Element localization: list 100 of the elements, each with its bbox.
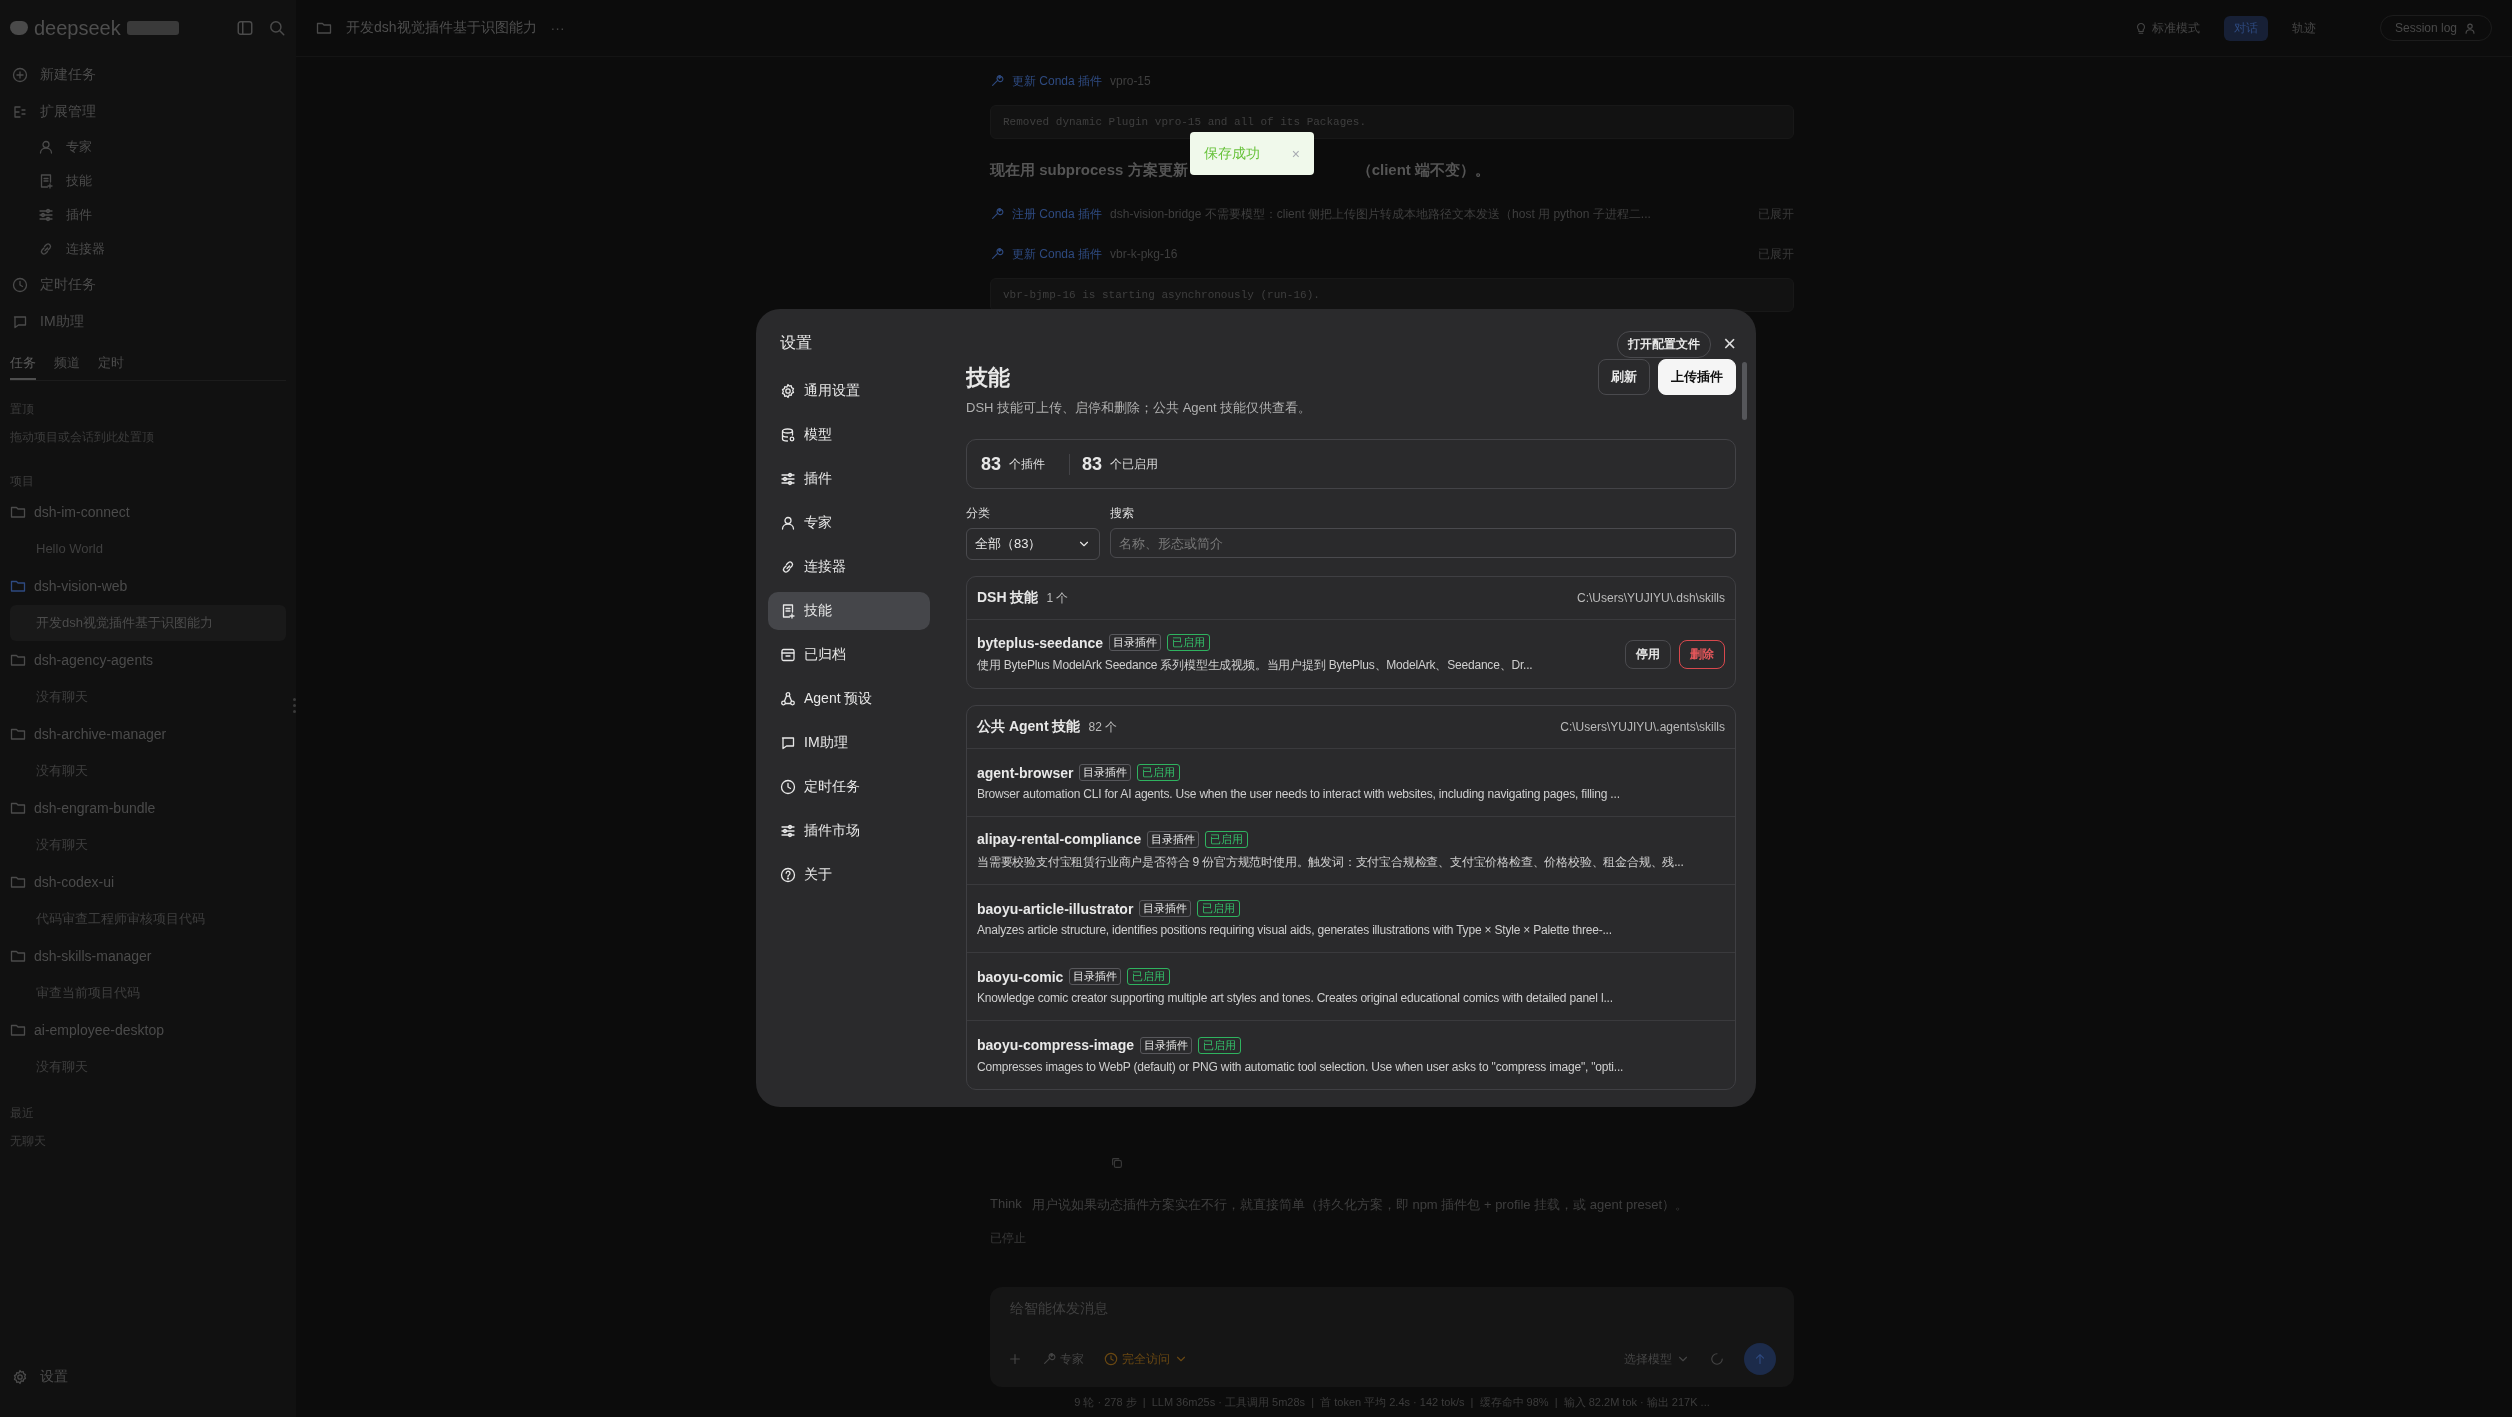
plus-icon bbox=[1008, 1352, 1022, 1366]
stat-value: 83 bbox=[1082, 453, 1103, 475]
folder-icon bbox=[316, 20, 332, 36]
tool-link[interactable]: 注册 Conda 插件 bbox=[1012, 205, 1103, 223]
settings-nav-item[interactable]: Agent 预设 bbox=[768, 680, 930, 718]
field-label: 分类 bbox=[966, 505, 991, 522]
refresh-button[interactable]: 刷新 bbox=[1598, 359, 1650, 395]
search-icon bbox=[268, 19, 286, 37]
sidebar-tab[interactable]: 任务 bbox=[10, 346, 36, 380]
settings-nav-item[interactable]: 模型 bbox=[768, 416, 930, 454]
sliders-icon bbox=[780, 471, 796, 487]
delete-button[interactable]: 删除 bbox=[1679, 639, 1725, 669]
help-icon bbox=[780, 867, 796, 883]
section-count: 82 个 bbox=[1088, 718, 1118, 736]
tool-link[interactable]: 更新 Conda 插件 bbox=[1012, 245, 1103, 263]
tool-link[interactable]: 更新 Conda 插件 bbox=[1012, 72, 1103, 90]
open-config-button[interactable]: 打开配置文件 bbox=[1617, 330, 1712, 358]
chat-title: 开发dsh视觉插件基于识图能力 bbox=[346, 19, 537, 37]
project-item[interactable]: dsh-skills-manager bbox=[10, 937, 286, 975]
project-item[interactable]: dsh-archive-manager bbox=[10, 715, 286, 753]
status-tag: 已启用 bbox=[1167, 634, 1211, 651]
status-tag: 已启用 bbox=[1198, 1036, 1242, 1054]
section-title: 公共 Agent 技能 bbox=[977, 718, 1081, 736]
settings-icon bbox=[780, 383, 796, 399]
toast-close-button[interactable]: × bbox=[1291, 145, 1300, 162]
project-item[interactable]: dsh-codex-ui bbox=[10, 863, 286, 901]
project-item[interactable]: dsh-im-connect bbox=[10, 493, 286, 531]
page-subtitle: DSH 技能可上传、启停和删除；公共 Agent 技能仅供查看。 bbox=[966, 399, 1312, 417]
dialog-title: 设置 bbox=[779, 333, 813, 353]
skill-name: baoyu-compress-image bbox=[977, 1037, 1135, 1053]
person-icon bbox=[38, 139, 54, 155]
project-item[interactable]: dsh-agency-agents bbox=[10, 641, 286, 679]
settings-nav-item[interactable]: IM助理 bbox=[768, 724, 930, 762]
arrow-up-icon bbox=[1753, 1352, 1767, 1366]
field-label: 搜索 bbox=[1110, 505, 1135, 522]
sliders-icon bbox=[38, 207, 54, 223]
project-item[interactable]: dsh-engram-bundle bbox=[10, 789, 286, 827]
page-title: 技能 bbox=[966, 364, 1011, 392]
copy-icon bbox=[1110, 1156, 1124, 1170]
settings-nav-item[interactable]: 插件 bbox=[768, 460, 930, 498]
settings-icon bbox=[12, 1368, 28, 1385]
person-icon bbox=[780, 515, 796, 531]
project-item[interactable]: dsh-vision-web bbox=[10, 567, 286, 605]
settings-nav-item[interactable]: 专家 bbox=[768, 504, 930, 542]
clock-icon bbox=[1104, 1352, 1118, 1366]
section-title: DSH 技能 bbox=[977, 589, 1039, 607]
stat-label: 个已启用 bbox=[1110, 455, 1159, 473]
settings-nav-item[interactable]: 定时任务 bbox=[768, 768, 930, 806]
type-tag: 目录插件 bbox=[1109, 634, 1162, 651]
type-tag: 目录插件 bbox=[1140, 1036, 1193, 1054]
resize-handle[interactable] bbox=[293, 698, 296, 713]
brand-name: deepseek bbox=[34, 16, 121, 40]
settings-nav-item[interactable]: 插件市场 bbox=[768, 812, 930, 850]
scrollbar-thumb[interactable] bbox=[1742, 362, 1747, 420]
status-tag: 已启用 bbox=[1205, 830, 1249, 848]
skill-name: agent-browser bbox=[977, 764, 1074, 781]
search-field[interactable]: 名称、形态或简介 bbox=[1110, 528, 1736, 558]
settings-nav-item[interactable]: 已归档 bbox=[768, 636, 930, 674]
spinner-icon bbox=[1710, 1352, 1724, 1366]
disable-button[interactable]: 停用 bbox=[1625, 639, 1671, 669]
nodes-icon bbox=[780, 691, 796, 707]
archive-box-icon bbox=[780, 647, 796, 663]
project-item[interactable]: ai-employee-desktop bbox=[10, 1011, 286, 1049]
document-icon bbox=[38, 173, 54, 189]
type-tag: 目录插件 bbox=[1139, 900, 1192, 917]
close-button[interactable]: × bbox=[1723, 334, 1736, 354]
skill-description: 当需要校验支付宝租赁行业商户是否符合 9 份官方规范时使用。触发词：支付宝合规检查、支付宝价格检查、价格校验、租金合规、残... bbox=[977, 853, 1685, 871]
link-icon bbox=[38, 241, 54, 257]
clock-icon bbox=[780, 779, 796, 795]
skill-description: Browser automation CLI for AI agents. Use when the user needs to interact with websites, including navigating pages, filling ... bbox=[977, 787, 1621, 801]
person-icon bbox=[2463, 21, 2477, 35]
type-tag: 目录插件 bbox=[1069, 968, 1122, 985]
skill-name: alipay-rental-compliance bbox=[977, 831, 1142, 847]
skill-name: baoyu-comic bbox=[977, 968, 1064, 985]
mode-tab[interactable]: 对话 bbox=[2223, 15, 2268, 41]
plus-circle-icon bbox=[12, 66, 28, 83]
status-tag: 已启用 bbox=[1127, 968, 1171, 985]
send-button[interactable] bbox=[1744, 1343, 1776, 1375]
link-icon bbox=[780, 559, 796, 575]
chat-bubble-icon bbox=[780, 735, 796, 751]
status-tag: 已启用 bbox=[1197, 900, 1241, 917]
settings-nav-item[interactable]: 连接器 bbox=[768, 548, 930, 586]
category-select[interactable]: 全部（83） bbox=[966, 528, 1100, 560]
status-tag: 已启用 bbox=[1137, 764, 1181, 781]
settings-nav-item[interactable]: 技能 bbox=[768, 592, 930, 630]
folder-path: C:\Users\YUJIYU\.agents\skills bbox=[1560, 720, 1725, 734]
more-button[interactable]: ··· bbox=[550, 20, 565, 36]
access-dropdown[interactable]: 完全访问 bbox=[1104, 1350, 1188, 1368]
folder-path: C:\Users\YUJIYU\.dsh\skills bbox=[1576, 591, 1725, 605]
skill-description: Knowledge comic creator supporting multiple art styles and tones. Creates original educational comics with detailed panel l... bbox=[977, 991, 1614, 1005]
type-tag: 目录插件 bbox=[1079, 764, 1132, 781]
skill-description: Compresses images to WebP (default) or PNG with automatic tool selection. Use when user asks to "compress image", "opti... bbox=[977, 1059, 1625, 1074]
stat-label: 个插件 bbox=[1009, 455, 1046, 473]
settings-nav-item[interactable]: 关于 bbox=[768, 856, 930, 894]
settings-nav-item[interactable]: 通用设置 bbox=[768, 372, 930, 410]
document-icon bbox=[780, 603, 796, 619]
sidebar-toggle-icon bbox=[236, 19, 254, 37]
attach-button[interactable] bbox=[1008, 1352, 1022, 1366]
upload-button[interactable]: 上传插件 bbox=[1658, 359, 1736, 395]
database-icon bbox=[780, 427, 796, 443]
